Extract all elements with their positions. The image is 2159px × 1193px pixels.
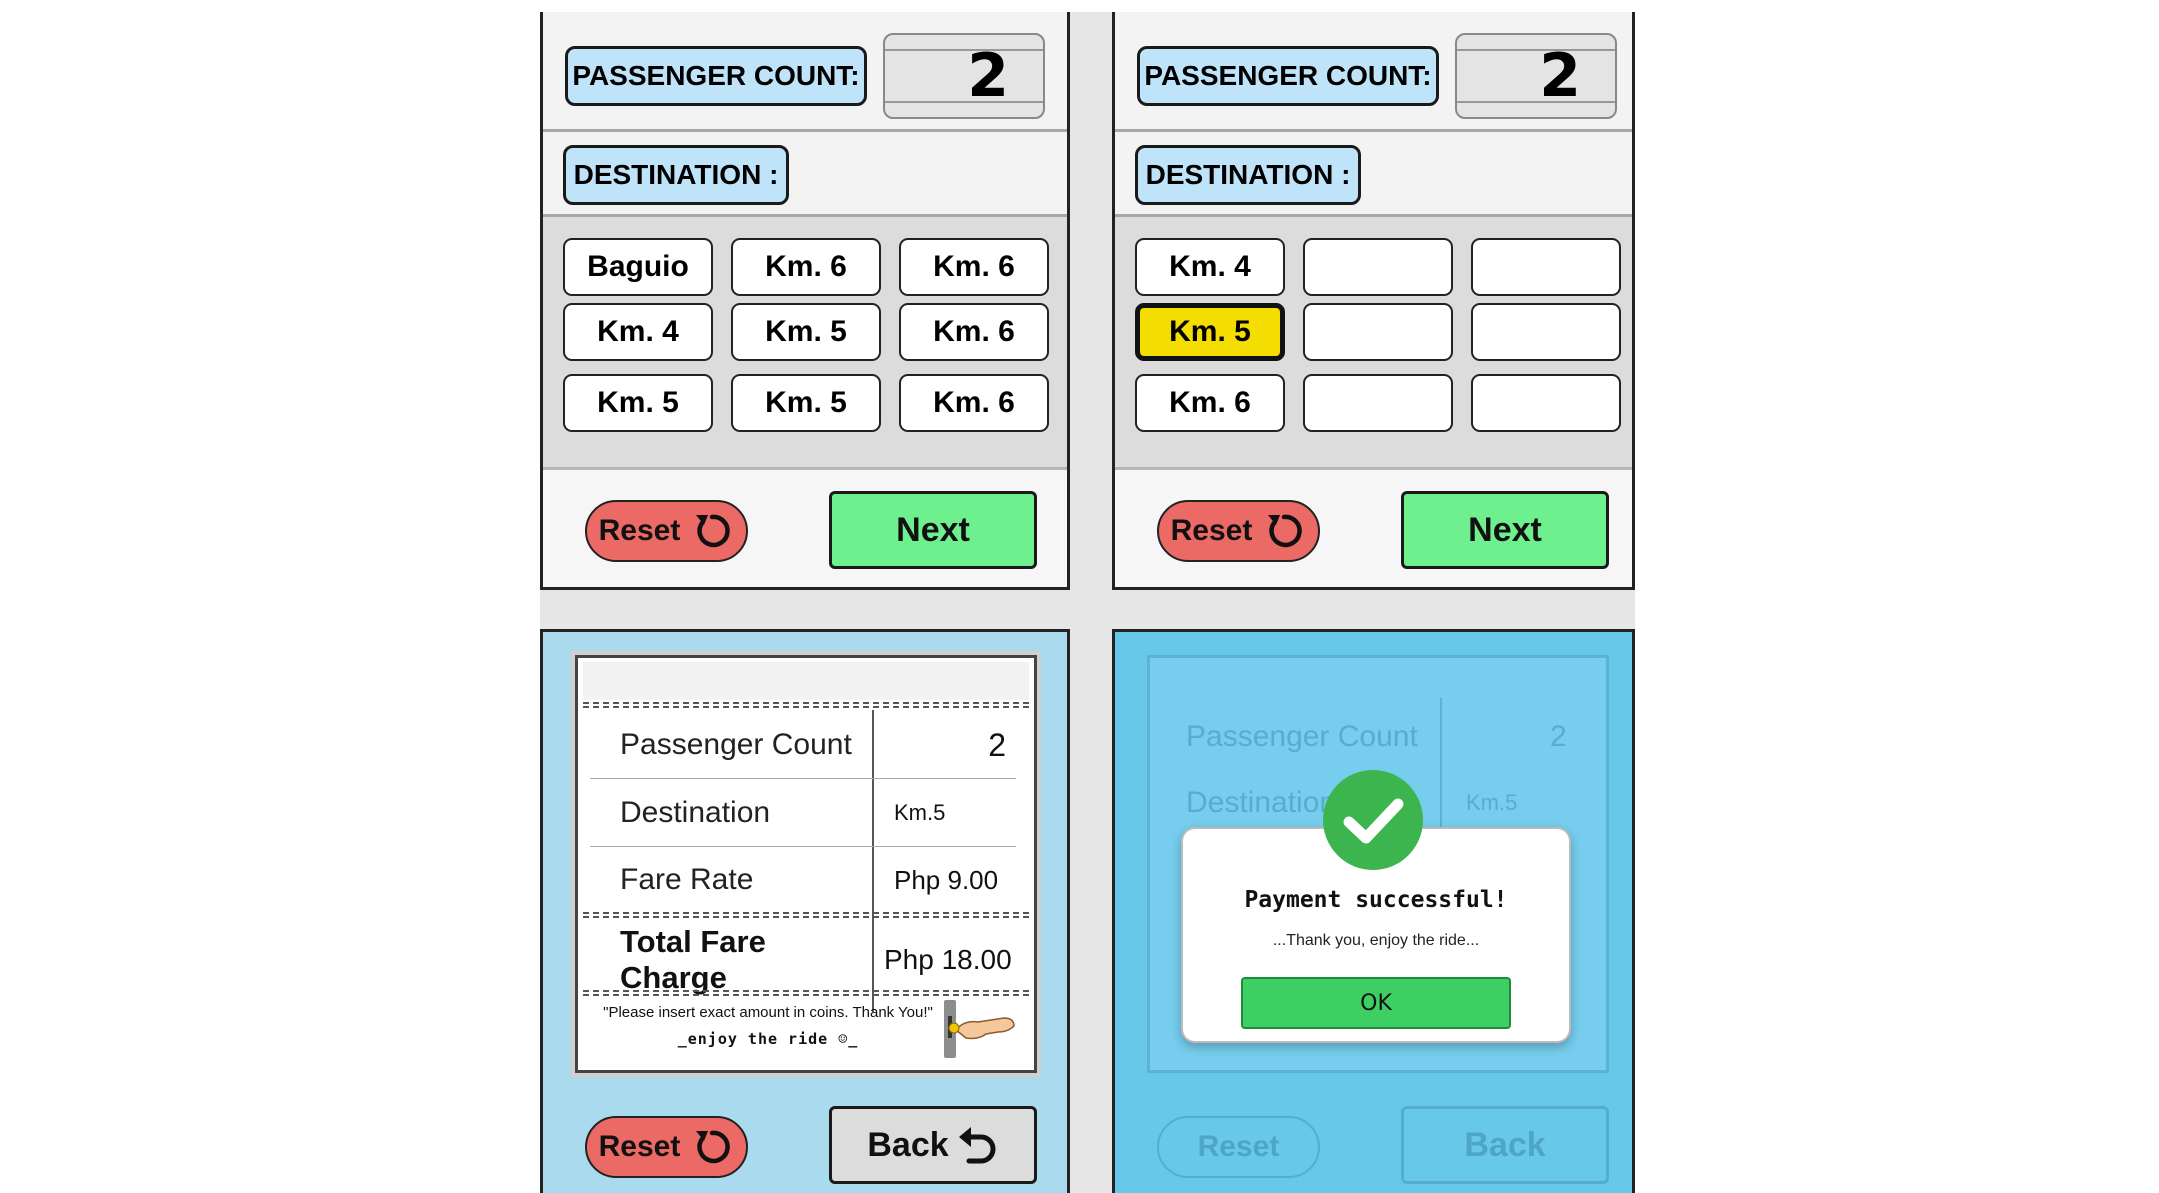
total-fare-label: Total Fare Charge	[620, 924, 766, 995]
passenger-count-section: PASSENGER COUNT: 2	[1115, 12, 1632, 132]
coin-instruction: "Please insert exact amount in coins. Th…	[603, 1004, 933, 1021]
destination-button-empty[interactable]	[1471, 374, 1621, 432]
dialog-title: Payment successful!	[1244, 887, 1508, 913]
receipt-divider	[583, 702, 1029, 708]
reset-label: Reset	[1170, 514, 1253, 547]
screen-payment-success: Passenger Count 2 Destination Km.5 Reset…	[1112, 629, 1635, 1193]
passenger-count-display[interactable]: 2	[1455, 33, 1617, 119]
receipt-value: Km.5	[894, 799, 946, 825]
receipt-tagline: _enjoy the ride ☺_	[677, 1030, 859, 1048]
back-button[interactable]: Back	[829, 1106, 1037, 1184]
passenger-count-section: PASSENGER COUNT: 2	[543, 12, 1067, 132]
receipt-label: Fare Rate	[620, 863, 754, 896]
destination-button[interactable]: Km. 4	[1135, 238, 1285, 296]
reset-label: Reset	[598, 514, 681, 547]
receipt-row: Destination Km.5	[590, 779, 1016, 847]
destination-button[interactable]: Km. 6	[899, 374, 1049, 432]
fare-receipt: Passenger Count 2 Destination Km.5 Fare …	[575, 655, 1037, 1073]
reset-button[interactable]: Reset	[585, 500, 748, 562]
reset-button[interactable]: Reset	[1157, 500, 1320, 562]
receipt-header	[583, 662, 1029, 700]
ok-button[interactable]: OK	[1241, 977, 1511, 1029]
app-frame: PASSENGER COUNT: 2 DESTINATION : Baguio …	[540, 12, 1635, 1193]
reset-icon	[696, 514, 731, 548]
receipt-value: 2	[988, 726, 1006, 763]
destination-label: DESTINATION :	[563, 145, 789, 205]
destination-button[interactable]: Km. 5	[731, 374, 881, 432]
reset-icon	[1268, 514, 1303, 548]
destination-button-empty[interactable]	[1303, 303, 1453, 361]
dialog-message: ...Thank you, enjoy the ride...	[1272, 932, 1480, 949]
destination-button-selected[interactable]: Km. 5	[1135, 303, 1285, 361]
destination-button[interactable]: Km. 6	[731, 238, 881, 296]
screen-destination-select: PASSENGER COUNT: 2 DESTINATION : Baguio …	[540, 12, 1070, 590]
receipt-label: Destination	[620, 795, 771, 829]
destination-button-empty[interactable]	[1303, 374, 1453, 432]
destination-button[interactable]: Km. 6	[899, 303, 1049, 361]
receipt-divider	[583, 990, 1029, 996]
reset-button[interactable]: Reset	[585, 1116, 748, 1178]
receipt-divider	[583, 912, 1029, 918]
reset-label: Reset	[598, 1130, 681, 1163]
receipt-row: Fare Rate Php 9.00	[590, 847, 1016, 913]
destination-button-empty[interactable]	[1471, 303, 1621, 361]
next-button[interactable]: Next	[829, 491, 1037, 569]
destination-button[interactable]: Km. 5	[563, 374, 713, 432]
destination-button-empty[interactable]	[1303, 238, 1453, 296]
destination-section: DESTINATION :	[543, 132, 1067, 217]
destination-button[interactable]: Km. 6	[899, 238, 1049, 296]
receipt-row: Passenger Count 2	[590, 712, 1016, 779]
coin-insert-icon	[944, 1000, 1015, 1058]
success-check-icon	[1323, 770, 1423, 870]
screen-fare-receipt: Passenger Count 2 Destination Km.5 Fare …	[540, 629, 1070, 1193]
receipt-label: Passenger Count	[620, 728, 852, 761]
destination-button[interactable]: Baguio	[563, 238, 713, 296]
back-label: Back	[867, 1125, 949, 1164]
passenger-count-label: PASSENGER COUNT:	[1137, 46, 1439, 106]
destination-button[interactable]: Km. 6	[1135, 374, 1285, 432]
back-arrow-icon	[958, 1127, 996, 1164]
reset-icon	[696, 1130, 731, 1164]
passenger-count-label: PASSENGER COUNT:	[565, 46, 867, 106]
next-button[interactable]: Next	[1401, 491, 1609, 569]
destination-button[interactable]: Km. 5	[731, 303, 881, 361]
action-bar: Reset Next	[543, 470, 1067, 587]
receipt-value: Php 9.00	[894, 864, 999, 895]
total-fare-value: Php 18.00	[884, 944, 1012, 975]
screen-destination-selected: PASSENGER COUNT: 2 DESTINATION : Km. 4 K…	[1112, 12, 1635, 590]
destination-button-empty[interactable]	[1471, 238, 1621, 296]
action-bar: Reset Next	[1115, 470, 1632, 587]
destination-label: DESTINATION :	[1135, 145, 1361, 205]
destination-grid: Baguio Km. 6 Km. 6 Km. 4 Km. 5 Km. 6 Km.…	[543, 217, 1067, 470]
passenger-count-display[interactable]: 2	[883, 33, 1045, 119]
destination-section: DESTINATION :	[1115, 132, 1632, 217]
receipt-total-row: Total Fare Charge Php 18.00	[590, 920, 1016, 1000]
destination-grid: Km. 4 Km. 5 Km. 6	[1115, 217, 1632, 470]
destination-button[interactable]: Km. 4	[563, 303, 713, 361]
